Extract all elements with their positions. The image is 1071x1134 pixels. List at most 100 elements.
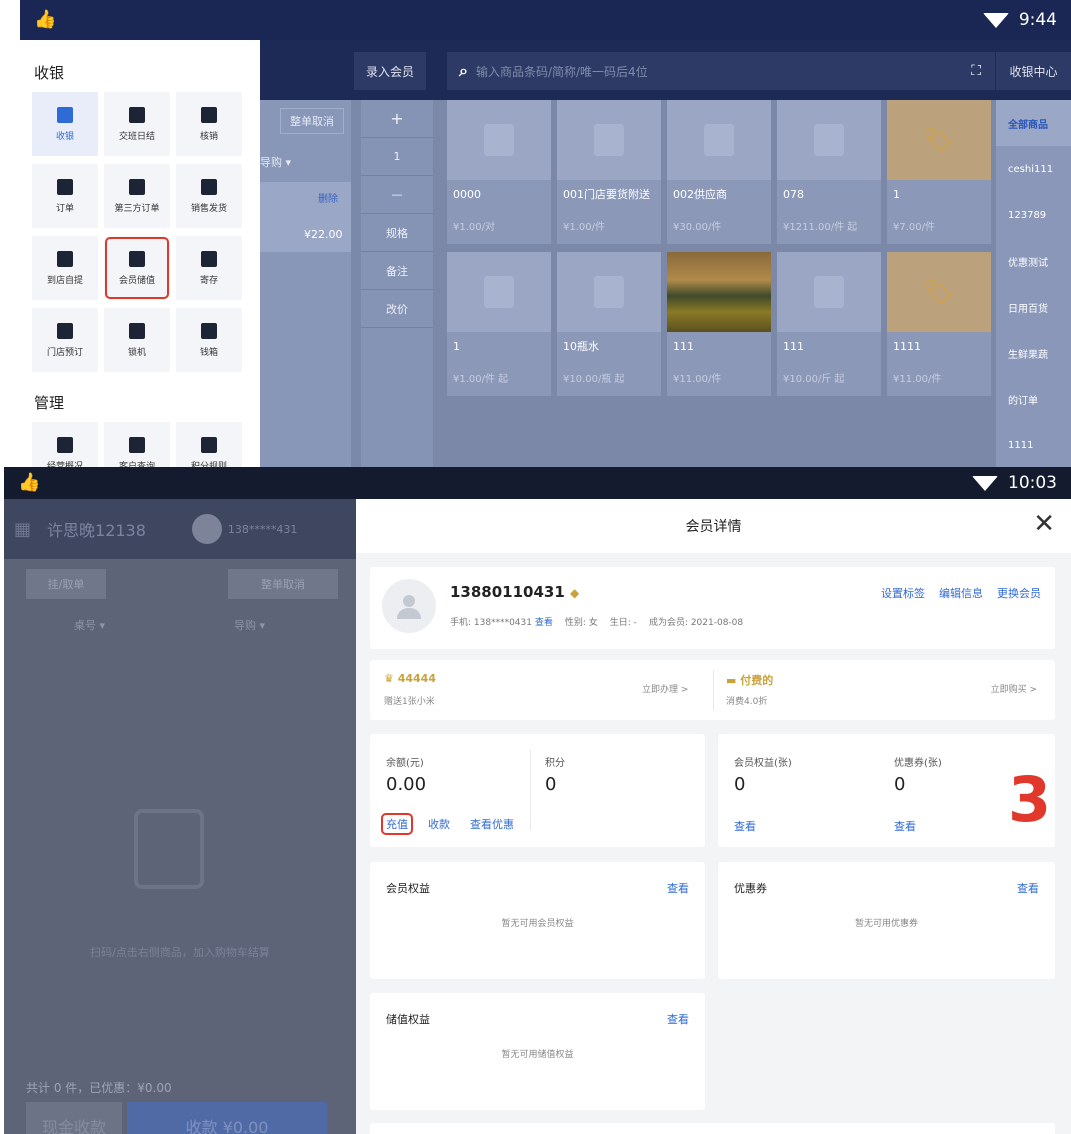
paid-sub: 消费4.0折 <box>726 697 768 707</box>
menu-item-shift[interactable]: 交班日结 <box>104 92 170 156</box>
guide-select[interactable]: 导购 ▾ <box>260 154 291 170</box>
category-item[interactable]: 日用百货 <box>996 284 1071 330</box>
product-card[interactable]: 111 ¥11.00/件 <box>667 252 771 396</box>
paid-action[interactable]: 立即购买 > <box>991 682 1037 695</box>
menu-item-luggage[interactable]: 寄存 <box>176 236 242 300</box>
category-item[interactable]: 全部商品 <box>996 100 1071 146</box>
clear-order-button[interactable]: 整单取消 <box>280 108 344 134</box>
hang-order-button[interactable]: 挂/取单 <box>26 569 106 599</box>
level-action[interactable]: 立即办理 > <box>642 682 688 695</box>
menu-item-thirdparty-order[interactable]: 第三方订单 <box>104 164 170 228</box>
clear-order-button[interactable]: 整单取消 <box>228 569 338 599</box>
coins-icon <box>201 436 217 453</box>
menu-item-calendar[interactable]: 门店预订 <box>32 308 98 372</box>
menu-item-pickup[interactable]: 到店自提 <box>32 236 98 300</box>
menu-item-label: 钱箱 <box>199 347 218 358</box>
plus-button[interactable]: + <box>361 100 433 138</box>
change-price-button[interactable]: 改价 <box>361 290 433 328</box>
product-card[interactable]: 001门店要货附送 ¥1.00/件 <box>557 100 661 244</box>
category-item[interactable]: 优惠测试 <box>996 238 1071 284</box>
menu-item-pie[interactable]: 经营概况 <box>32 422 98 467</box>
card-icon: ▬ <box>726 674 737 687</box>
cashbox-icon <box>201 322 217 339</box>
grid-apps-icon[interactable]: ▦ <box>14 519 31 540</box>
guide-select[interactable]: 导购 ▾ <box>234 617 265 633</box>
pay-button[interactable]: 收款 ¥0.00 <box>127 1102 327 1134</box>
menu-item-cashier[interactable]: 收银 <box>32 92 98 156</box>
recharge-button[interactable]: 充值 <box>381 813 413 835</box>
coupon-count-value: 0 <box>894 774 906 795</box>
view-rights-button[interactable]: 查看 <box>734 818 756 834</box>
view-member-rights-link[interactable]: 查看 <box>667 880 689 896</box>
level-name: ♛ 44444 <box>384 672 436 685</box>
menu-item-user[interactable]: 客户查询 <box>104 422 170 467</box>
side-menu: 收银 收银 交班日结 核销订单 第三方订单销售发货到店自提会员储值 寄存门店预订 锁机钱箱… <box>20 40 260 467</box>
view-stored-link[interactable]: 查看 <box>667 1011 689 1027</box>
cart-panel: 整单取消 导购 ▾ 删除 ¥22.00 <box>260 100 351 467</box>
category-item[interactable]: 的订单 <box>996 376 1071 422</box>
collect-button[interactable]: 收款 <box>428 816 450 832</box>
product-card[interactable]: 1 ¥1.00/件 起 <box>447 252 551 396</box>
shopping-bag-icon <box>814 276 844 308</box>
birthday: 生日: - <box>609 618 637 628</box>
pickup-icon <box>57 250 73 267</box>
product-card[interactable]: 111 ¥10.00/斤 起 <box>777 252 881 396</box>
calendar-icon <box>57 322 73 339</box>
minus-button[interactable]: — <box>361 176 433 214</box>
avatar[interactable] <box>191 514 222 544</box>
category-item[interactable]: 生鲜果蔬 <box>996 330 1071 376</box>
view-coupons-button[interactable]: 查看 <box>894 818 916 834</box>
edit-info-button[interactable]: 编辑信息 <box>939 585 983 601</box>
table-select[interactable]: 桌号 ▾ <box>74 617 105 633</box>
note-button[interactable]: 备注 <box>361 252 433 290</box>
product-card[interactable]: 002供应商 ¥30.00/件 <box>667 100 771 244</box>
thumbs-up-icon: 👍 <box>34 9 57 30</box>
cash-pay-button[interactable]: 现金收款 <box>26 1102 122 1134</box>
delete-link[interactable]: 删除 <box>318 190 338 205</box>
user-icon <box>129 436 145 453</box>
menu-item-cashbox[interactable]: 钱箱 <box>176 308 242 372</box>
menu-item-order[interactable]: 订单 <box>32 164 98 228</box>
scan-icon[interactable]: ⛶ <box>971 63 981 79</box>
menu-item-label: 会员储值 <box>118 275 155 286</box>
product-card[interactable]: 🏷 1 ¥7.00/件 <box>887 100 991 244</box>
menu-item-label: 经营概况 <box>46 461 83 468</box>
menu-item-coins[interactable]: 积分规则 <box>176 422 242 467</box>
search-placeholder: 输入商品条码/简称/唯一码后4位 <box>475 64 648 79</box>
product-name: 002供应商 <box>673 188 727 201</box>
lock-icon <box>129 322 145 339</box>
menu-item-lock[interactable]: 锁机 <box>104 308 170 372</box>
spec-button[interactable]: 规格 <box>361 214 433 252</box>
menu-item-ship[interactable]: 销售发货 <box>176 164 242 228</box>
enter-member-button[interactable]: 录入会员 <box>354 52 426 90</box>
view-phone-link[interactable]: 查看 <box>535 618 553 628</box>
stored-value-title: 储值权益 <box>386 1013 430 1026</box>
product-card[interactable]: 078 ¥1211.00/件 起 <box>777 100 881 244</box>
menu-item-card[interactable]: 会员储值 <box>104 236 170 300</box>
menu-item-label: 积分规则 <box>190 461 227 468</box>
crown-icon: ♛ <box>384 672 394 685</box>
category-item[interactable]: 123789 <box>996 192 1071 238</box>
category-item[interactable]: ceshi111 <box>996 146 1071 192</box>
category-item[interactable]: 1111 <box>996 422 1071 467</box>
menu-grid-cashier: 收银 交班日结 核销订单 第三方订单 销售发货到店自提 会员储值 寄存门店预订 锁机 钱箱 <box>32 92 242 372</box>
product-card[interactable]: 10瓶水 ¥10.00/瓶 起 <box>557 252 661 396</box>
product-card[interactable]: 0000 ¥1.00/对 <box>447 100 551 244</box>
search-input[interactable]: ⌕ 输入商品条码/简称/唯一码后4位 ⛶ <box>447 52 995 90</box>
product-name: 1111 <box>893 340 921 353</box>
view-coupon-link[interactable]: 查看 <box>1017 880 1039 896</box>
change-member-button[interactable]: 更换会员 <box>997 585 1041 601</box>
product-price: ¥1.00/件 起 <box>453 374 509 385</box>
product-name: 10瓶水 <box>563 340 599 353</box>
cashier-center-button[interactable]: 收银中心 <box>996 52 1071 90</box>
set-tag-button[interactable]: 设置标签 <box>881 585 925 601</box>
view-discount-button[interactable]: 查看优惠 <box>470 816 514 832</box>
annotation-number: 3 <box>1008 763 1052 836</box>
menu-item-label: 销售发货 <box>190 203 227 214</box>
close-icon[interactable]: ✕ <box>1033 511 1055 537</box>
product-name: 111 <box>673 340 694 353</box>
menu-item-label: 客户查询 <box>118 461 155 468</box>
menu-grid-manage: 经营概况 客户查询 积分规则 <box>32 422 242 467</box>
product-card[interactable]: 🏷 1111 ¥11.00/件 <box>887 252 991 396</box>
menu-item-scan[interactable]: 核销 <box>176 92 242 156</box>
